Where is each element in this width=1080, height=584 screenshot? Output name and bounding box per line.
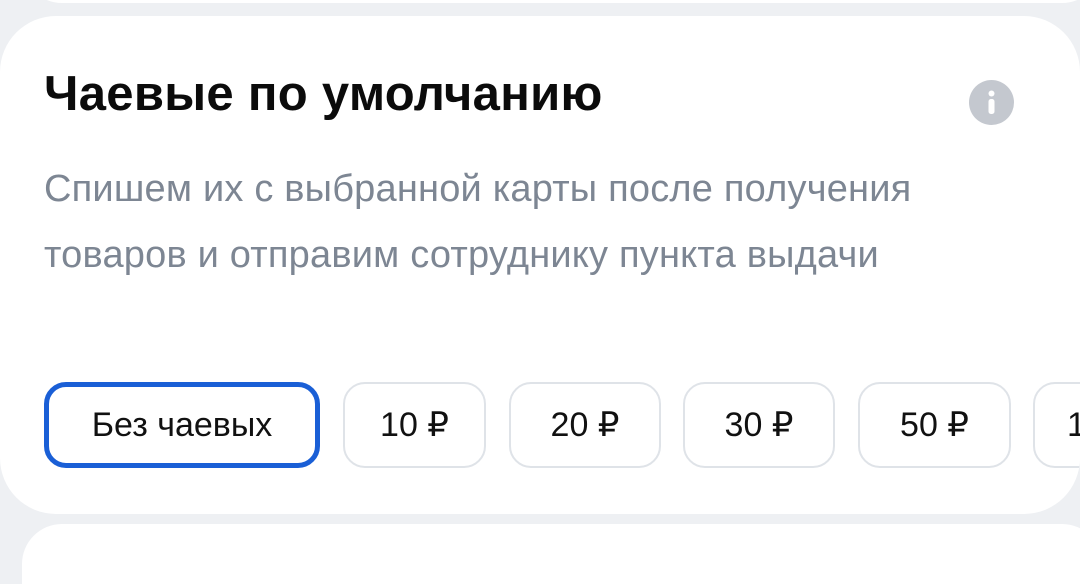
tip-option-10[interactable]: 10 ₽ (343, 382, 486, 468)
tip-option-label: 50 ₽ (900, 406, 969, 444)
tip-option-30[interactable]: 30 ₽ (683, 382, 835, 468)
tip-option-label: 20 ₽ (550, 406, 620, 444)
tip-option-label: 30 ₽ (724, 406, 794, 444)
default-tips-card: Чаевые по умолчанию Спишем их с выбранно… (0, 16, 1080, 514)
tip-option-label: 10 ₽ (380, 406, 449, 444)
tip-option-label: Без чаевых (91, 405, 273, 444)
tip-option-none[interactable]: Без чаевых (44, 382, 320, 468)
previous-card (22, 0, 1080, 3)
info-icon (988, 90, 995, 114)
tip-options: Без чаевых 10 ₽ 20 ₽ 30 ₽ 50 ₽ 1 (44, 382, 1080, 468)
next-card (22, 524, 1080, 584)
tip-option-100[interactable]: 1 (1033, 382, 1080, 468)
section-description: Спишем их с выбранной карты после получе… (44, 168, 912, 276)
tip-option-20[interactable]: 20 ₽ (509, 382, 661, 468)
section-title: Чаевые по умолчанию (44, 67, 603, 121)
tip-option-label: 1 (1067, 405, 1080, 444)
info-button[interactable] (969, 80, 1014, 125)
tip-option-50[interactable]: 50 ₽ (858, 382, 1011, 468)
